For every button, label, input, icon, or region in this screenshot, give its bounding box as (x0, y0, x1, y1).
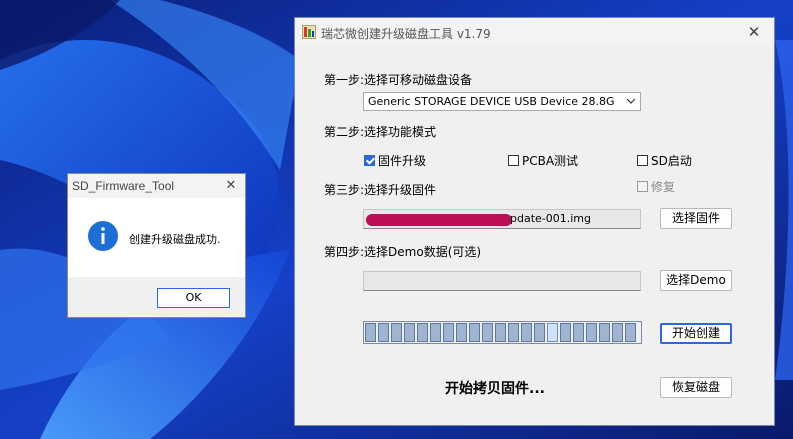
device-select[interactable]: Generic STORAGE DEVICE USB Device 28.8G (363, 92, 641, 111)
progress-segment (586, 323, 597, 342)
progress-segment (456, 323, 467, 342)
progress-segment (599, 323, 610, 342)
close-icon: ✕ (225, 178, 237, 193)
progress-bar (363, 321, 642, 344)
firmware-path-field[interactable]: pdate-001.img (363, 209, 641, 229)
restore-disk-button[interactable]: 恢复磁盘 (660, 377, 732, 398)
info-icon (88, 221, 118, 251)
progress-segment (469, 323, 480, 342)
title-bar[interactable]: 瑞芯微创建升级磁盘工具 v1.79 ✕ (295, 18, 774, 46)
select-demo-button[interactable]: 选择Demo (660, 270, 732, 291)
window-title: 瑞芯微创建升级磁盘工具 v1.79 (321, 27, 491, 41)
mode-sdboot-checkbox[interactable]: SD启动 (637, 152, 692, 169)
dialog-title: SD_Firmware_Tool (72, 179, 175, 193)
checkbox-unchecked-icon (637, 155, 648, 166)
checkbox-unchecked-icon (637, 181, 648, 192)
checkbox-unchecked-icon (508, 155, 519, 166)
progress-segment (430, 323, 441, 342)
progress-segment (417, 323, 428, 342)
progress-segment (391, 323, 402, 342)
progress-segment (365, 323, 376, 342)
progress-segment (547, 323, 558, 342)
app-icon (302, 25, 316, 39)
status-text: 开始拷贝固件... (445, 381, 545, 397)
step3-label: 第三步:选择升级固件 (324, 183, 437, 197)
progress-segment (495, 323, 506, 342)
checkbox-checked-icon (364, 155, 375, 166)
progress-segment (521, 323, 532, 342)
redacted-path (366, 214, 512, 226)
mode-pcba-label: PCBA测试 (522, 154, 579, 168)
progress-segment (378, 323, 389, 342)
progress-segment (534, 323, 545, 342)
progress-segment (625, 323, 636, 342)
mode-upgrade-checkbox[interactable]: 固件升级 (364, 152, 426, 169)
ok-button[interactable]: OK (157, 288, 230, 308)
dialog-title-bar[interactable]: SD_Firmware_Tool ✕ (68, 174, 245, 198)
step2-label: 第二步:选择功能模式 (324, 125, 437, 139)
dialog-body: 创建升级磁盘成功. (68, 198, 245, 277)
chevron-down-icon (626, 98, 636, 104)
progress-segment (612, 323, 623, 342)
mode-upgrade-label: 固件升级 (378, 154, 427, 168)
close-icon: ✕ (747, 23, 761, 41)
device-select-value: Generic STORAGE DEVICE USB Device 28.8G (368, 95, 615, 108)
repair-label: 修复 (651, 180, 676, 194)
mode-pcba-checkbox[interactable]: PCBA测试 (508, 152, 578, 169)
progress-segment (443, 323, 454, 342)
main-window: 瑞芯微创建升级磁盘工具 v1.79 ✕ 第一步:选择可移动磁盘设备 Generi… (294, 17, 775, 426)
step1-label: 第一步:选择可移动磁盘设备 (324, 73, 473, 87)
dialog-close-button[interactable]: ✕ (217, 174, 245, 198)
progress-segment (508, 323, 519, 342)
start-create-button[interactable]: 开始创建 (660, 323, 732, 344)
demo-path-field[interactable] (363, 271, 641, 291)
firmware-path-text: pdate-001.img (510, 212, 592, 225)
dialog-message: 创建升级磁盘成功. (129, 233, 221, 246)
window-close-button[interactable]: ✕ (734, 18, 774, 46)
progress-segment (404, 323, 415, 342)
mode-sdboot-label: SD启动 (651, 154, 692, 168)
progress-segment (560, 323, 571, 342)
step4-label: 第四步:选择Demo数据(可选) (324, 245, 482, 259)
repair-checkbox[interactable]: 修复 (637, 178, 675, 195)
progress-segment (482, 323, 493, 342)
progress-segment (573, 323, 584, 342)
success-dialog: SD_Firmware_Tool ✕ 创建升级磁盘成功. OK (67, 173, 246, 318)
select-firmware-button[interactable]: 选择固件 (660, 208, 732, 229)
